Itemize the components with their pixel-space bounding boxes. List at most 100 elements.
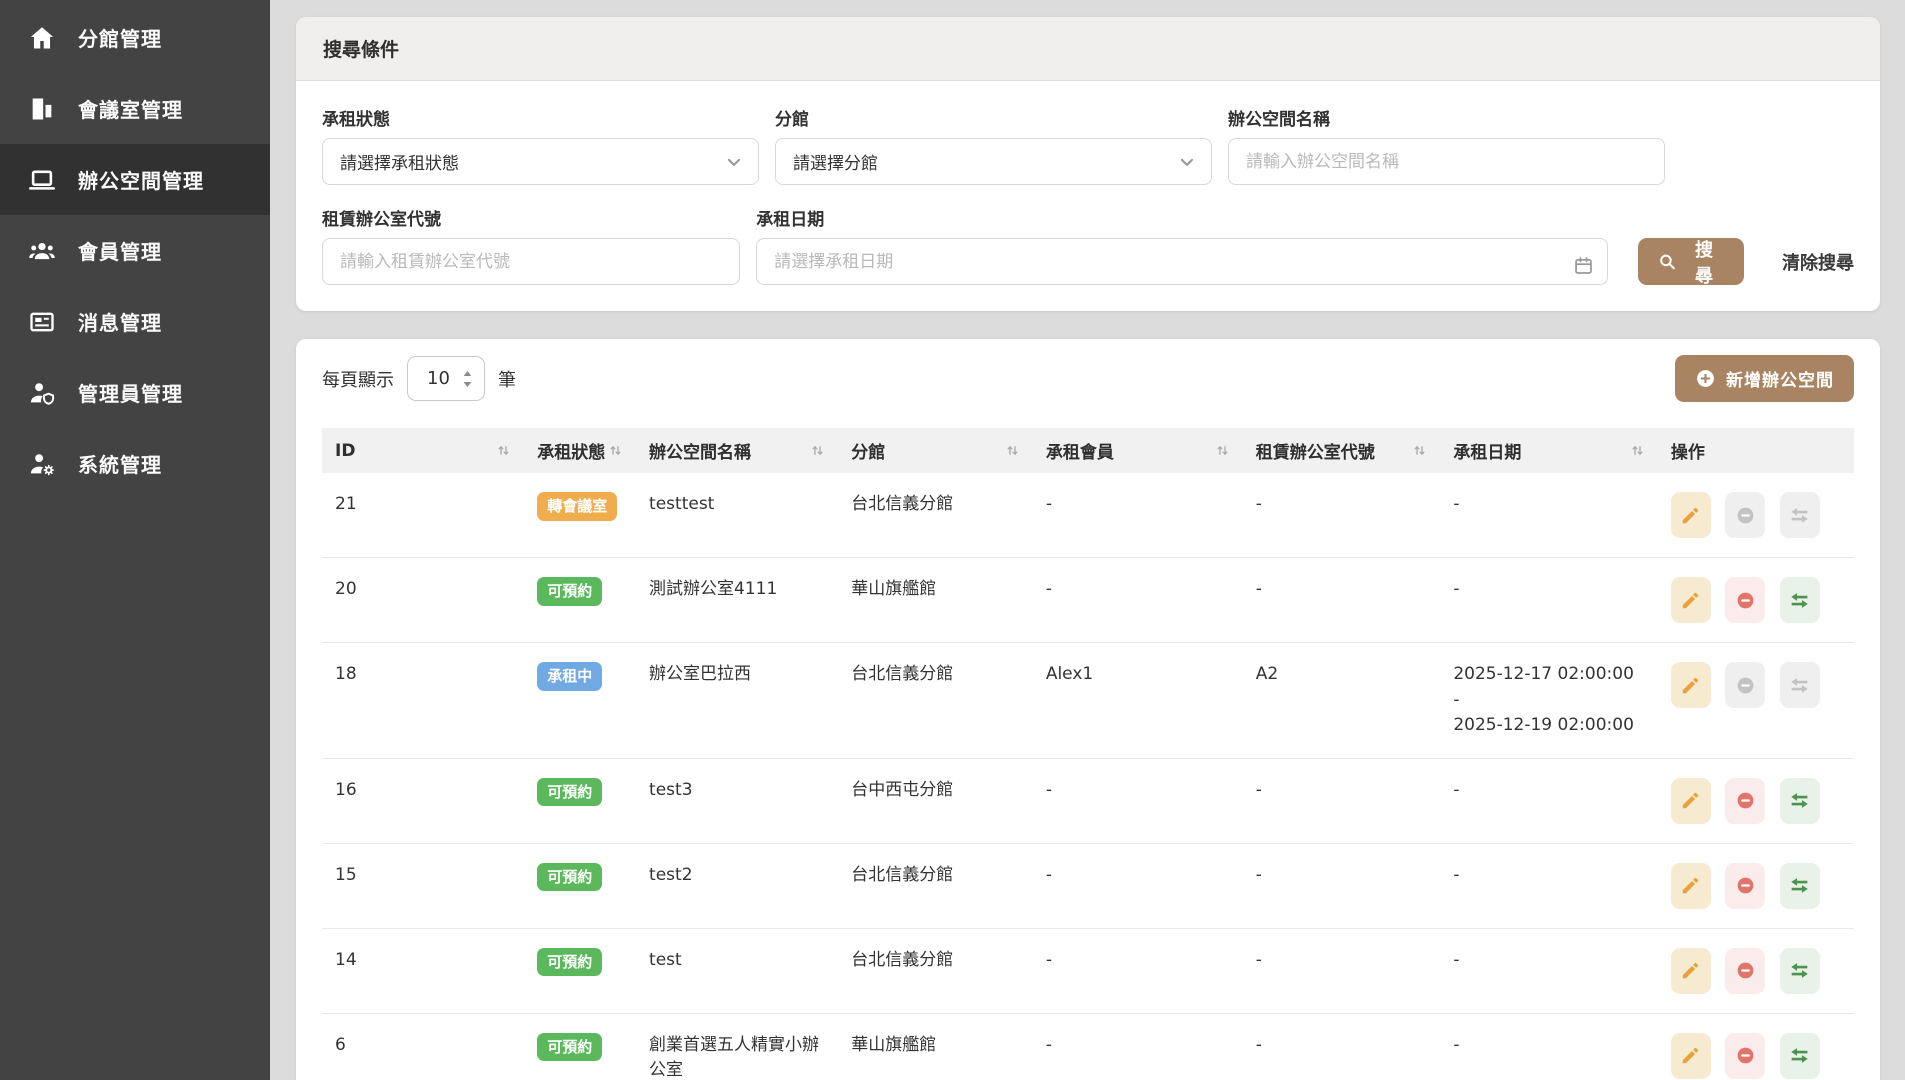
edit-button[interactable]: [1671, 863, 1711, 909]
date-line: -: [1453, 1033, 1645, 1059]
cell-member: -: [1033, 758, 1243, 843]
space-name-input[interactable]: [1228, 138, 1665, 185]
sidebar-item-news[interactable]: 消息管理: [0, 286, 270, 357]
table-row: 18 承租中 辦公室巴拉西 台北信義分館 Alex1 A2 2025-12-17…: [322, 643, 1854, 759]
cell-branch: 華山旗艦館: [838, 1013, 1033, 1080]
status-badge: 可預約: [537, 948, 602, 977]
swap-button[interactable]: [1780, 492, 1820, 538]
swap-button[interactable]: [1780, 577, 1820, 623]
disable-button[interactable]: [1725, 577, 1765, 623]
disable-button[interactable]: [1725, 863, 1765, 909]
per-page-prefix: 每頁顯示: [322, 366, 394, 392]
sidebar-item-office-spaces[interactable]: 辦公空間管理: [0, 144, 270, 215]
sort-icon[interactable]: [810, 443, 825, 458]
rental-status-select[interactable]: 請選擇承租狀態: [322, 138, 759, 185]
swap-button[interactable]: [1780, 948, 1820, 994]
edit-button[interactable]: [1671, 662, 1711, 708]
sidebar-item-admins[interactable]: 管理員管理: [0, 357, 270, 428]
cell-actions: [1658, 473, 1854, 558]
edit-button[interactable]: [1671, 577, 1711, 623]
cell-code: -: [1243, 1013, 1441, 1080]
sidebar-item-meeting-rooms[interactable]: 會議室管理: [0, 73, 270, 144]
per-page-value: 10: [427, 368, 450, 389]
edit-button[interactable]: [1671, 492, 1711, 538]
sort-icon[interactable]: [1630, 443, 1645, 458]
column-header-status[interactable]: 承租狀態: [524, 428, 636, 473]
date-line: 2025-12-19 02:00:00: [1453, 713, 1645, 739]
table-row: 6 可預約 創業首選五人精實小辦公室 華山旗艦館 - - -: [322, 1013, 1854, 1080]
column-header-name[interactable]: 辦公空間名稱: [636, 428, 838, 473]
cell-actions: [1658, 928, 1854, 1013]
sidebar-item-system[interactable]: 系統管理: [0, 428, 270, 499]
cell-id: 21: [322, 473, 524, 558]
column-header-id[interactable]: ID: [322, 428, 524, 473]
date-line: -: [1453, 577, 1645, 603]
search-button[interactable]: 搜尋: [1638, 238, 1744, 285]
cell-actions: [1658, 758, 1854, 843]
swap-button[interactable]: [1780, 662, 1820, 708]
add-office-space-button[interactable]: 新增辦公空間: [1675, 355, 1854, 402]
column-header-member[interactable]: 承租會員: [1033, 428, 1243, 473]
sidebar-item-branches[interactable]: 分館管理: [0, 2, 270, 73]
cell-actions: [1658, 643, 1854, 759]
column-header-date[interactable]: 承租日期: [1440, 428, 1658, 473]
stepper-icon: [460, 368, 475, 390]
column-header-branch[interactable]: 分館: [838, 428, 1033, 473]
table-row: 16 可預約 test3 台中西屯分館 - - -: [322, 758, 1854, 843]
rental-date-label: 承租日期: [756, 205, 1608, 230]
ban-icon: [1735, 590, 1756, 611]
search-panel-header: 搜尋條件: [296, 17, 1880, 81]
sort-icon[interactable]: [496, 443, 511, 458]
swap-arrows-icon: [1789, 505, 1810, 526]
table-row: 15 可預約 test2 台北信義分館 - - -: [322, 843, 1854, 928]
cell-date: -: [1440, 473, 1658, 558]
per-page-select[interactable]: 10: [407, 356, 485, 401]
clear-search-link[interactable]: 清除搜尋: [1782, 238, 1854, 285]
table-row: 20 可預約 測試辦公室4111 華山旗艦館 - - -: [322, 558, 1854, 643]
pencil-icon: [1680, 675, 1701, 696]
disable-button[interactable]: [1725, 948, 1765, 994]
column-header-code[interactable]: 租賃辦公室代號: [1243, 428, 1441, 473]
cell-date: -: [1440, 758, 1658, 843]
disable-button[interactable]: [1725, 778, 1765, 824]
sort-icon[interactable]: [608, 443, 623, 458]
search-panel: 搜尋條件 承租狀態 請選擇承租狀態 分館: [296, 17, 1880, 311]
swap-button[interactable]: [1780, 1033, 1820, 1079]
cell-member: Alex1: [1033, 643, 1243, 759]
cell-member: -: [1033, 1013, 1243, 1080]
office-code-input[interactable]: [322, 238, 740, 285]
add-button-label: 新增辦公空間: [1726, 366, 1834, 391]
sort-icon[interactable]: [1005, 443, 1020, 458]
cell-branch: 華山旗艦館: [838, 558, 1033, 643]
calendar-icon[interactable]: [1573, 255, 1594, 276]
cell-code: A2: [1243, 643, 1441, 759]
sidebar-item-members[interactable]: 會員管理: [0, 215, 270, 286]
swap-arrows-icon: [1789, 960, 1810, 981]
rental-date-input[interactable]: [756, 238, 1608, 285]
disable-button[interactable]: [1725, 492, 1765, 538]
cell-actions: [1658, 843, 1854, 928]
sort-icon[interactable]: [1215, 443, 1230, 458]
edit-button[interactable]: [1671, 948, 1711, 994]
pencil-icon: [1680, 790, 1701, 811]
cell-status: 轉會議室: [524, 473, 636, 558]
sort-icon[interactable]: [1412, 443, 1427, 458]
main-content: 搜尋條件 承租狀態 請選擇承租狀態 分館: [270, 0, 1905, 1080]
branch-select[interactable]: 請選擇分館: [775, 138, 1212, 185]
cell-id: 15: [322, 843, 524, 928]
swap-button[interactable]: [1780, 863, 1820, 909]
cell-branch: 台北信義分館: [838, 843, 1033, 928]
disable-button[interactable]: [1725, 662, 1765, 708]
search-panel-body: 承租狀態 請選擇承租狀態 分館 請選擇分館: [296, 81, 1880, 311]
sidebar-item-label: 辦公空間管理: [78, 165, 204, 194]
cell-status: 可預約: [524, 843, 636, 928]
pencil-icon: [1680, 875, 1701, 896]
cell-code: -: [1243, 928, 1441, 1013]
disable-button[interactable]: [1725, 1033, 1765, 1079]
edit-button[interactable]: [1671, 1033, 1711, 1079]
cell-status: 可預約: [524, 558, 636, 643]
news-icon: [27, 307, 57, 337]
swap-button[interactable]: [1780, 778, 1820, 824]
edit-button[interactable]: [1671, 778, 1711, 824]
status-badge: 轉會議室: [537, 492, 617, 521]
